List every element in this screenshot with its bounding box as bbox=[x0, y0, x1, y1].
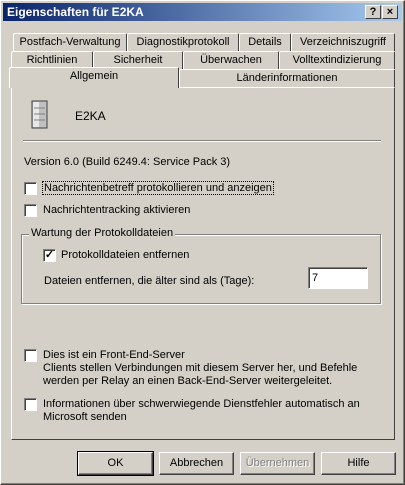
tab-label: Überwachen bbox=[200, 54, 262, 66]
ok-label: OK bbox=[107, 457, 124, 469]
frontend-label[interactable]: Dies ist ein Front-End-Server bbox=[43, 349, 185, 361]
log-subject-checkbox[interactable] bbox=[24, 182, 37, 195]
report-errors-label-line2[interactable]: Microsoft senden bbox=[43, 411, 127, 423]
tab-label: Diagnostikprotokoll bbox=[136, 36, 230, 48]
tab-diagnostikprotokoll[interactable]: Diagnostikprotokoll bbox=[127, 33, 239, 51]
tab-volltextindizierung[interactable]: Volltextindizierung bbox=[279, 51, 395, 69]
help-button[interactable]: Hilfe bbox=[321, 452, 396, 475]
cancel-button[interactable]: Abbrechen bbox=[159, 452, 234, 475]
separator bbox=[23, 140, 381, 142]
tab-label: Allgemein bbox=[69, 70, 119, 82]
help-label: Hilfe bbox=[347, 457, 370, 469]
tab-allgemein[interactable]: Allgemein bbox=[9, 67, 179, 88]
remove-logs-label[interactable]: Protokolldateien entfernen bbox=[61, 249, 189, 261]
tracking-label[interactable]: Nachrichtentracking aktivieren bbox=[43, 204, 190, 216]
close-button[interactable]: × bbox=[382, 5, 398, 19]
days-label: Dateien entfernen, die älter sind als (T… bbox=[44, 275, 255, 287]
frontend-description: Clients stellen Verbindungen mit diesem … bbox=[43, 362, 358, 387]
tab-laenderinformationen[interactable]: Länderinformationen bbox=[179, 69, 395, 87]
properties-dialog: Eigenschaften für E2KA ? × Postfach-Verw… bbox=[0, 0, 405, 485]
report-errors-checkbox[interactable] bbox=[24, 398, 37, 411]
apply-button[interactable]: Übernehmen bbox=[240, 452, 315, 475]
apply-label: Übernehmen bbox=[245, 457, 310, 469]
tracking-checkbox[interactable] bbox=[24, 204, 37, 217]
remove-logs-checkbox[interactable]: ✓ bbox=[43, 249, 56, 262]
tab-ueberwachen[interactable]: Überwachen bbox=[183, 51, 279, 69]
ok-button[interactable]: OK bbox=[77, 451, 154, 476]
tab-label: Länderinformationen bbox=[236, 72, 338, 84]
tab-label: Richtlinien bbox=[26, 54, 78, 66]
help-title-button[interactable]: ? bbox=[365, 5, 381, 19]
server-name: E2KA bbox=[75, 109, 106, 123]
tab-label: Volltextindizierung bbox=[292, 54, 382, 66]
cancel-label: Abbrechen bbox=[169, 457, 224, 469]
frontend-checkbox[interactable] bbox=[24, 349, 37, 362]
title-bar: Eigenschaften für E2KA ? × bbox=[3, 3, 402, 21]
log-subject-label[interactable]: Nachrichtenbetreff protokollieren und an… bbox=[42, 181, 274, 195]
tab-verzeichniszugriff[interactable]: Verzeichniszugriff bbox=[291, 33, 395, 51]
tab-label: Details bbox=[248, 36, 282, 48]
tab-label: Verzeichniszugriff bbox=[299, 36, 386, 48]
tab-postfach-verwaltung[interactable]: Postfach-Verwaltung bbox=[13, 33, 127, 51]
tab-label: Sicherheit bbox=[113, 54, 163, 66]
days-input[interactable]: 7 bbox=[308, 267, 368, 289]
window-title: Eigenschaften für E2KA bbox=[7, 5, 144, 19]
tab-label: Postfach-Verwaltung bbox=[19, 36, 121, 48]
server-icon bbox=[31, 100, 48, 129]
report-errors-label-line1[interactable]: Informationen über schwerwiegende Dienst… bbox=[43, 398, 360, 410]
tab-details[interactable]: Details bbox=[239, 33, 291, 51]
log-maintenance-title: Wartung der Protokolldateien bbox=[29, 227, 176, 239]
version-text: Version 6.0 (Build 6249.4: Service Pack … bbox=[24, 156, 231, 168]
